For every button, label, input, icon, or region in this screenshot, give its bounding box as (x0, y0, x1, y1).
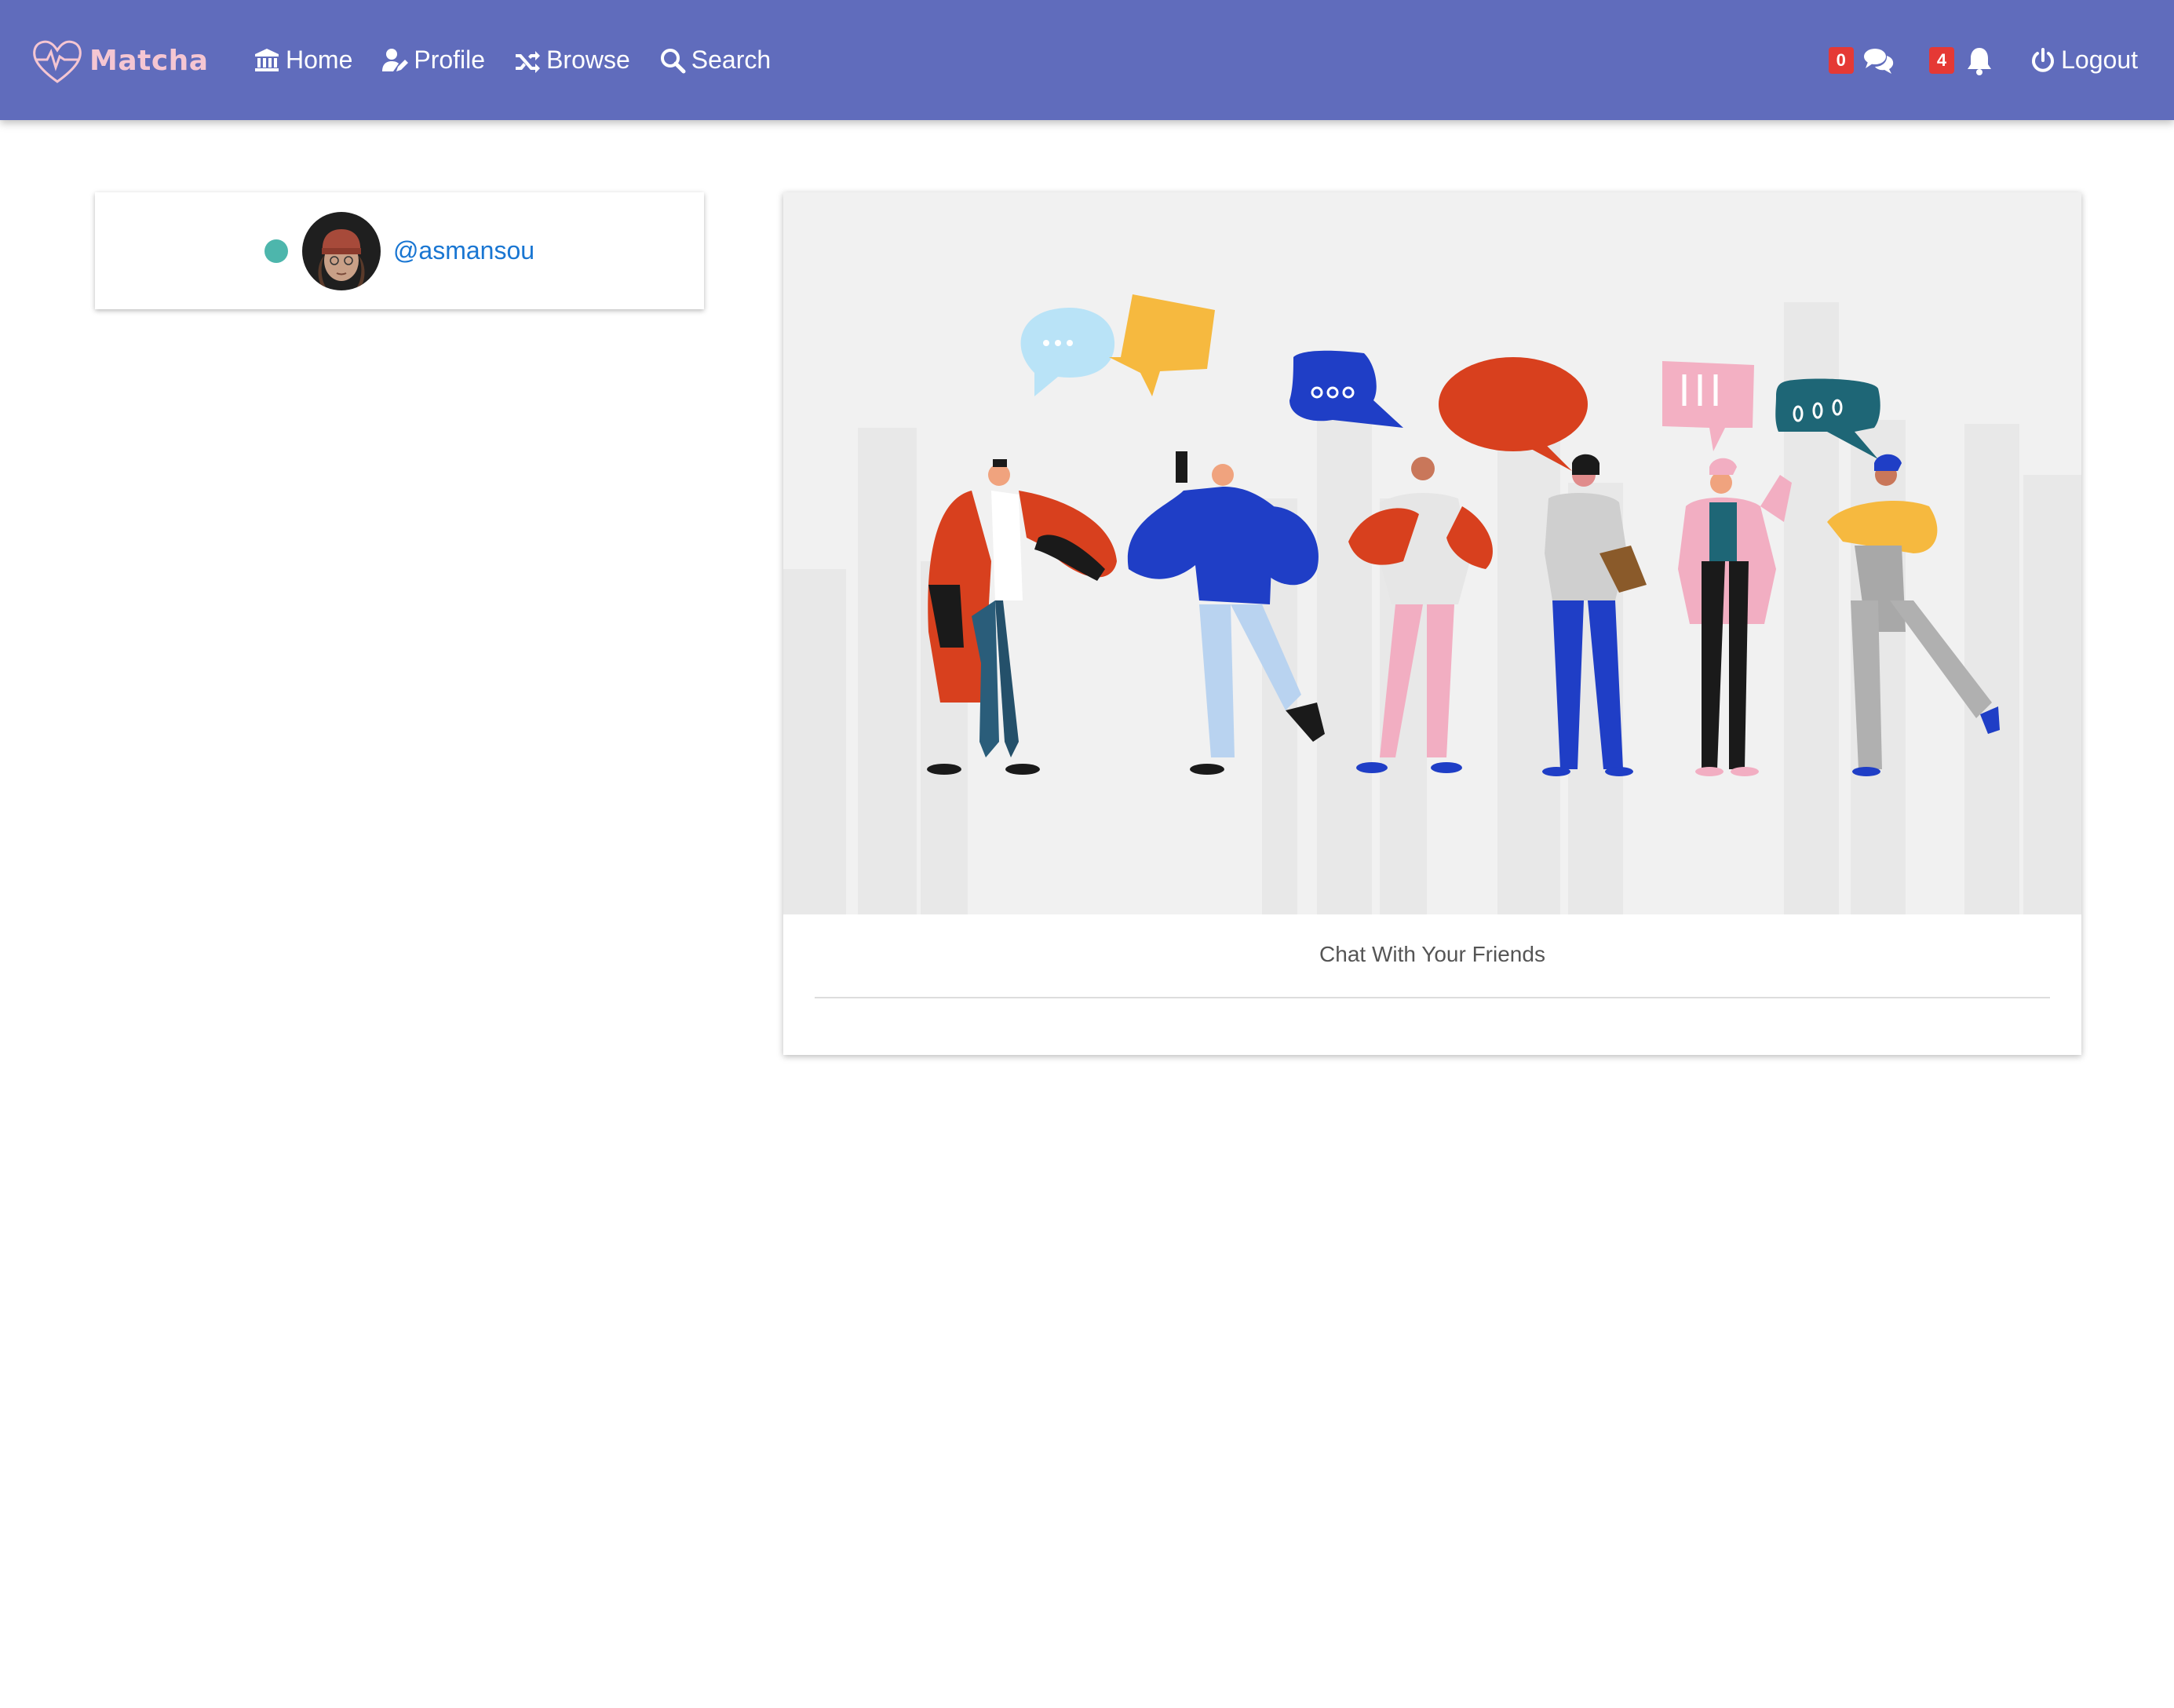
messages-button[interactable]: 0 (1828, 46, 1895, 75)
nav-browse[interactable]: Browse (513, 46, 630, 75)
main-nav: Home Profile Browse Search (253, 0, 799, 120)
divider (815, 997, 2050, 998)
search-icon (660, 48, 686, 73)
bell-icon (1968, 47, 1992, 75)
user-edit-icon (382, 48, 409, 71)
chat-panel: Chat With Your Friends (783, 192, 2081, 1055)
nav-browse-label: Browse (546, 46, 630, 74)
nav-search[interactable]: Search (658, 46, 771, 75)
notifications-button[interactable]: 4 (1928, 46, 1995, 75)
avatar (301, 211, 381, 290)
heart-logo-icon (33, 40, 82, 83)
username-link[interactable]: @asmansou (393, 236, 534, 265)
brand-name: Matcha (89, 44, 209, 77)
nav-profile[interactable]: Profile (381, 46, 485, 75)
logout-label: Logout (2061, 46, 2138, 74)
comments-icon (1863, 48, 1894, 74)
logout-button[interactable]: Logout (2030, 46, 2138, 75)
shuffle-icon (516, 50, 541, 73)
messages-count-badge: 0 (1828, 46, 1854, 74)
nav-search-label: Search (691, 46, 771, 74)
user-list-item[interactable]: @asmansou (95, 192, 704, 309)
nav-home[interactable]: Home (253, 46, 352, 75)
brand-logo[interactable]: Matcha (30, 31, 209, 89)
notifications-count-badge: 4 (1928, 46, 1955, 74)
chat-friends-illustration (783, 192, 2081, 914)
nav-right: 0 4 Logout (1828, 0, 2138, 120)
bank-icon (255, 48, 279, 71)
online-status-dot (264, 239, 288, 263)
nav-home-label: Home (286, 46, 353, 74)
nav-profile-label: Profile (414, 46, 486, 74)
power-icon (2032, 47, 2055, 72)
top-navbar: Matcha Home Profile Browse Search 0 4 Lo… (0, 0, 2174, 120)
chat-caption: Chat With Your Friends (1319, 942, 1545, 966)
